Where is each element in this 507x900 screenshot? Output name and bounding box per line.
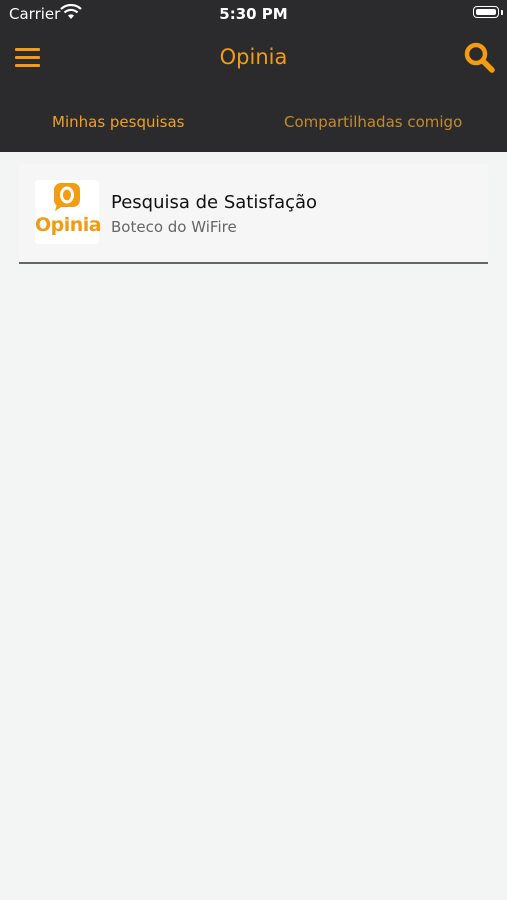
battery-tip: [501, 10, 503, 15]
tab-minhas-pesquisas[interactable]: Minhas pesquisas: [52, 113, 184, 131]
status-time: 5:30 PM: [219, 5, 288, 23]
survey-title: Pesquisa de Satisfação: [111, 192, 318, 213]
battery-icon: [473, 6, 499, 18]
speech-bubble-icon: [54, 183, 80, 211]
search-icon[interactable]: [462, 40, 496, 74]
survey-subtitle: Boteco do WiFire: [111, 218, 237, 236]
tab-compartilhadas-comigo[interactable]: Compartilhadas comigo: [284, 113, 462, 131]
survey-logo: Opinia: [35, 180, 102, 244]
page-title: Opinia: [219, 45, 288, 69]
status-bar: Carrier 5:30 PM: [0, 0, 507, 28]
survey-list-item[interactable]: Opinia Pesquisa de Satisfação Boteco do …: [19, 164, 488, 264]
app-header: Carrier 5:30 PM Opinia Minhas pesquisas …: [0, 0, 507, 152]
logo-wordmark: Opinia: [35, 214, 102, 236]
